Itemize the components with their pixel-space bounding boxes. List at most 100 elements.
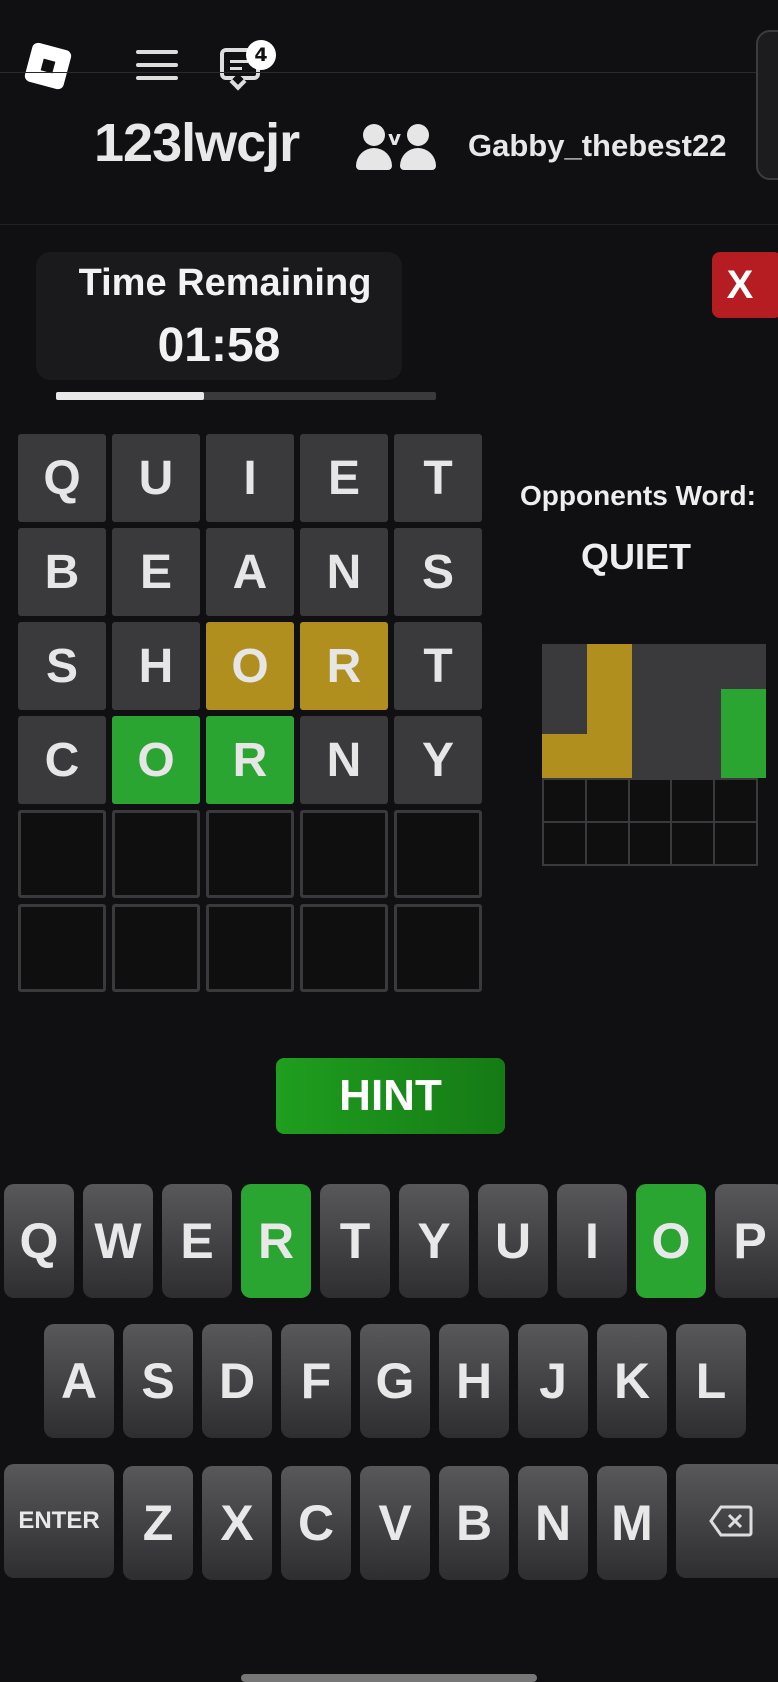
key-w[interactable]: W [83,1184,153,1298]
opponent-word-label: Opponents Word: [520,480,756,511]
key-q[interactable]: Q [4,1184,74,1298]
opponent-grid-cell [627,821,673,866]
key-x[interactable]: X [202,1466,272,1580]
opponent-grid-cell [631,688,677,734]
board-tile: Y [394,716,482,804]
opponent-grid-cell [676,688,722,734]
hamburger-menu-icon[interactable] [136,50,178,82]
guess-board: QUIETBEANSSHORTCORNY [18,434,486,998]
key-d[interactable]: D [202,1324,272,1438]
opponent-grid-cell [713,821,758,866]
opponent-grid-cell [631,644,677,689]
key-z[interactable]: Z [123,1466,193,1580]
opponent-grid-cell [676,733,722,779]
board-tile [112,810,200,898]
key-c[interactable]: C [281,1466,351,1580]
backspace-icon [709,1505,753,1537]
opponent-grid-cell [542,688,587,734]
opponent-grid-row [542,821,766,866]
key-g[interactable]: G [360,1324,430,1438]
opponent-grid-row [542,644,766,689]
key-m[interactable]: M [597,1466,667,1580]
board-tile: E [300,434,388,522]
key-o[interactable]: O [636,1184,706,1298]
key-f[interactable]: F [281,1324,351,1438]
opponent-grid-row [542,733,766,779]
opponent-word: QUIET [580,536,691,577]
board-row: SHORT [18,622,486,710]
opponent-progress-grid [542,644,766,866]
board-row [18,904,486,992]
board-tile: R [206,716,294,804]
header-divider [0,224,778,225]
board-tile: H [112,622,200,710]
opponent-grid-cell [631,733,677,779]
board-tile: O [206,622,294,710]
board-tile: Q [18,434,106,522]
key-p[interactable]: P [715,1184,778,1298]
board-tile: E [112,528,200,616]
key-a[interactable]: A [44,1324,114,1438]
board-tile [300,904,388,992]
side-panel-tab[interactable] [756,30,778,180]
board-tile [394,810,482,898]
board-tile: R [300,622,388,710]
key-i[interactable]: I [557,1184,627,1298]
board-tile: C [18,716,106,804]
board-row: QUIET [18,434,486,522]
timer-label: Time Remaining [78,262,372,304]
opponent-grid-cell [542,644,587,689]
top-divider [0,72,760,73]
opponent-grid-cell [670,821,716,866]
opponent-grid-row [542,778,766,824]
key-h[interactable]: H [439,1324,509,1438]
opponent-grid-cell [584,821,630,866]
board-tile: N [300,716,388,804]
home-indicator[interactable] [241,1674,537,1682]
opponent-grid-cell [721,688,766,734]
board-tile [18,904,106,992]
key-j[interactable]: J [518,1324,588,1438]
board-tile: S [18,622,106,710]
key-l[interactable]: L [676,1324,746,1438]
roblox-logo-icon[interactable] [23,41,73,91]
opponent-grid-cell [586,644,632,689]
board-tile: S [394,528,482,616]
key-k[interactable]: K [597,1324,667,1438]
opponent-grid-cell [676,644,722,689]
timer-value: 01:58 [157,319,281,372]
versus-label: v [388,126,402,150]
chat-notification-badge: 4 [246,40,276,70]
time-progress-bar [56,392,436,400]
key-t[interactable]: T [320,1184,390,1298]
board-tile [300,810,388,898]
opponent-grid-cell [586,733,632,779]
board-tile: O [112,716,200,804]
board-tile [112,904,200,992]
board-row: CORNY [18,716,486,804]
board-row [18,810,486,898]
opponent-grid-cell [542,733,587,779]
close-button[interactable]: X [712,252,778,318]
board-tile: N [300,528,388,616]
board-tile: T [394,434,482,522]
key-v[interactable]: V [360,1466,430,1580]
key-enter[interactable]: ENTER [4,1464,114,1578]
opponent-grid-cell [627,778,673,824]
key-s[interactable]: S [123,1324,193,1438]
key-u[interactable]: U [478,1184,548,1298]
key-e[interactable]: E [162,1184,232,1298]
backspace-key[interactable] [676,1464,778,1578]
key-y[interactable]: Y [399,1184,469,1298]
hint-button[interactable]: HINT [276,1058,505,1134]
board-tile: T [394,622,482,710]
key-r[interactable]: R [241,1184,311,1298]
opponent-grid-cell [721,644,766,689]
key-b[interactable]: B [439,1466,509,1580]
opponent-grid-cell [586,688,632,734]
opponent-grid-cell [721,733,766,779]
key-n[interactable]: N [518,1466,588,1580]
board-tile [206,904,294,992]
opponent-grid-cell [670,778,716,824]
board-tile [394,904,482,992]
